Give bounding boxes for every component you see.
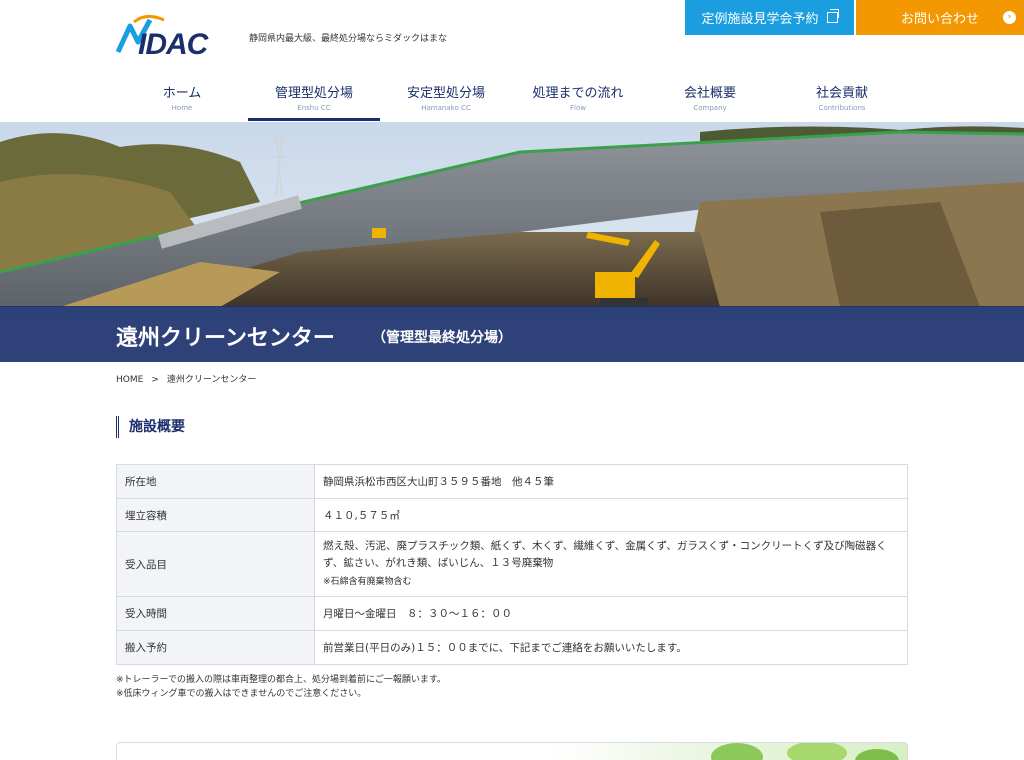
nav-item-flow[interactable]: 処理までの流れ Flow	[512, 80, 644, 121]
page-subtitle: （管理型最終処分場）	[372, 330, 512, 346]
midac-logo[interactable]: IDAC	[116, 14, 236, 58]
row-value: ４１０,５７５㎥	[314, 498, 908, 532]
nav-item-company[interactable]: 会社概要 Company	[644, 80, 776, 121]
nav-item-home[interactable]: ホーム Home	[116, 80, 248, 121]
table-row: 受入品目 燃え殻、汚泥、廃プラスチック類、紙くず、木くず、繊維くず、金属くず、ガ…	[116, 531, 908, 597]
row-label: 受入品目	[116, 531, 315, 597]
nav-sublabel: Home	[171, 104, 193, 112]
nav-sublabel: Enshu CC	[297, 104, 331, 112]
row-label: 受入時間	[116, 596, 315, 631]
bottom-banner[interactable]	[116, 742, 908, 760]
row-value: 静岡県浜松市西区大山町３５９５番地 他４５筆	[314, 464, 908, 499]
page-title: 遠州クリーンセンター	[116, 326, 335, 351]
row-note: ※石綿含有廃棄物含む	[323, 576, 412, 587]
row-value: 燃え殻、汚泥、廃プラスチック類、紙くず、木くず、繊維くず、金属くず、ガラスくず・…	[323, 539, 887, 569]
leaf-decoration	[711, 743, 899, 760]
table-row: 所在地 静岡県浜松市西区大山町３５９５番地 他４５筆	[116, 464, 908, 499]
breadcrumb-current: 遠州クリーンセンター	[166, 375, 257, 385]
nav-label: 管理型処分場	[274, 86, 353, 101]
hero-banner: 遠州クリーンセンター （管理型最終処分場）	[0, 122, 1024, 362]
nav-label: 社会貢献	[815, 86, 868, 101]
nav-item-contributions[interactable]: 社会貢献 Contributions	[776, 80, 908, 121]
nav-sublabel: Contributions	[818, 104, 866, 112]
nav-label: 安定型処分場	[406, 86, 485, 101]
contact-button-label: お問い合わせ	[900, 12, 979, 27]
breadcrumb-home[interactable]: HOME	[116, 375, 143, 385]
note-line: ※トレーラーでの搬入の際は車両整理の都合上、処分場到着前にご一報願います。	[116, 675, 446, 685]
nav-label: 処理までの流れ	[532, 86, 624, 101]
row-value-cell: 燃え殻、汚泥、廃プラスチック類、紙くず、木くず、繊維くず、金属くず、ガラスくず・…	[314, 531, 908, 597]
tour-reservation-button[interactable]: 定例施設見学会予約	[685, 0, 854, 35]
note-line: ※低床ウィング車での搬入はできませんのでご注意ください。	[116, 689, 367, 699]
main-nav: ホーム Home 管理型処分場 Enshu CC 安定型処分場 Hamanako…	[116, 80, 908, 121]
nav-sublabel: Company	[693, 104, 727, 112]
table-row: 受入時間 月曜日～金曜日 ８：３０～１６：００	[116, 596, 908, 631]
breadcrumb: HOME > 遠州クリーンセンター	[116, 372, 256, 385]
nav-label: 会社概要	[683, 86, 736, 101]
header-buttons: 定例施設見学会予約 お問い合わせ ›	[685, 0, 1024, 35]
nav-sublabel: Flow	[570, 104, 586, 112]
external-link-icon	[826, 9, 839, 23]
row-label: 所在地	[116, 464, 315, 499]
contact-button[interactable]: お問い合わせ ›	[856, 0, 1024, 35]
nav-item-hamanako[interactable]: 安定型処分場 Hamanako CC	[380, 80, 512, 121]
row-label: 搬入予約	[116, 630, 315, 665]
arrow-right-icon: ›	[1003, 11, 1016, 24]
table-row: 埋立容積 ４１０,５７５㎥	[116, 498, 908, 532]
row-label: 埋立容積	[116, 498, 315, 532]
row-value: 月曜日～金曜日 ８：３０～１６：００	[314, 596, 908, 631]
notes: ※トレーラーでの搬入の際は車両整理の都合上、処分場到着前にご一報願います。 ※低…	[116, 673, 446, 701]
nav-label: ホーム	[162, 86, 202, 101]
nav-sublabel: Hamanako CC	[421, 104, 471, 112]
section-heading: 施設概要	[116, 416, 185, 438]
svg-text:IDAC: IDAC	[138, 28, 210, 58]
tour-button-label: 定例施設見学会予約	[701, 12, 819, 27]
table-row: 搬入予約 前営業日(平日のみ)１５：００までに、下記までご連絡をお願いいたします…	[116, 630, 908, 665]
facility-info-table: 所在地 静岡県浜松市西区大山町３５９５番地 他４５筆 埋立容積 ４１０,５７５㎥…	[116, 464, 908, 665]
breadcrumb-separator: >	[151, 375, 159, 385]
tagline: 静岡県内最大級、最終処分場ならミダックはまな	[249, 34, 448, 44]
row-value: 前営業日(平日のみ)１５：００までに、下記までご連絡をお願いいたします。	[314, 630, 908, 665]
nav-item-enshu[interactable]: 管理型処分場 Enshu CC	[248, 80, 380, 121]
